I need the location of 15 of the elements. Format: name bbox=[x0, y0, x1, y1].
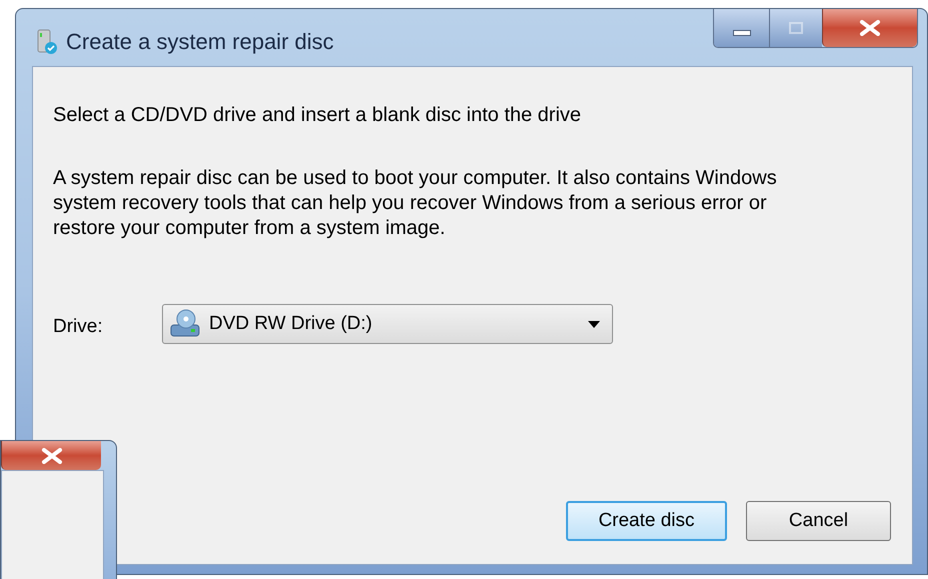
dialog-button[interactable]: Cancel bbox=[746, 501, 891, 541]
drive-label: Drive: bbox=[53, 315, 103, 339]
minimize-icon bbox=[732, 30, 750, 36]
minimize-button[interactable] bbox=[714, 9, 769, 47]
close-button[interactable] bbox=[822, 9, 917, 47]
drive-check-icon bbox=[36, 28, 58, 54]
instruction-heading: Select a CD/DVD drive and insert a blank disc into the drive bbox=[53, 103, 582, 128]
dialog-button[interactable]: Create disc bbox=[566, 501, 727, 541]
window-title: Create a system repair disc bbox=[66, 28, 334, 56]
close-button[interactable] bbox=[1, 441, 101, 470]
dropdown-arrow-icon bbox=[588, 320, 600, 328]
drive-dropdown[interactable]: DVD RW Drive (D:) bbox=[162, 304, 613, 344]
description-text: A system repair disc can be used to boot your computer. It also contains Windows system recovery tools that can help you recover Windows from a serious error or restore your computer from a system image. bbox=[53, 166, 778, 241]
close-icon bbox=[40, 448, 64, 464]
close-icon bbox=[858, 20, 882, 36]
